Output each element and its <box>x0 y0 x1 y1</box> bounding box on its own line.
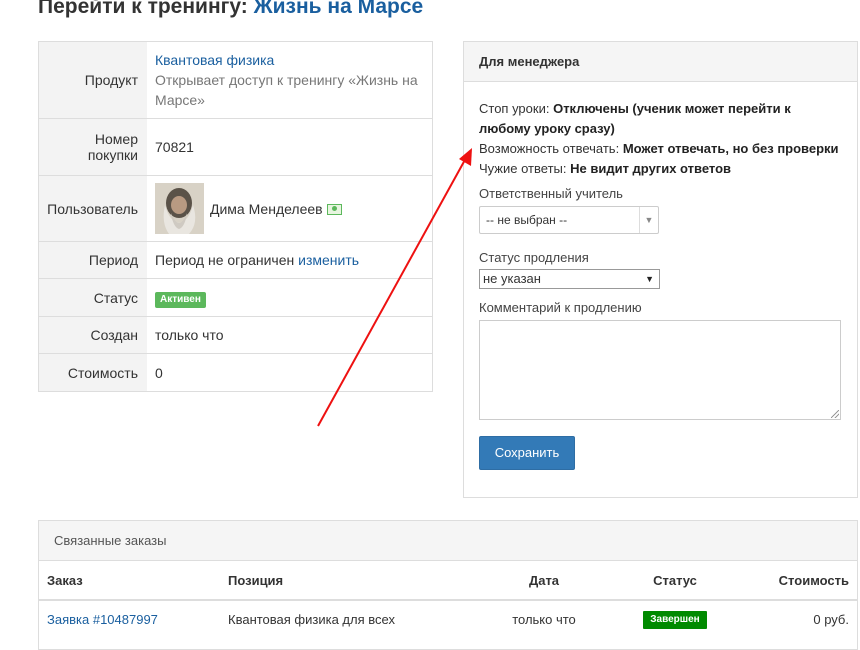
orders-header-row: Заказ Позиция Дата Статус Стоимость <box>39 561 857 601</box>
page-title: Перейти к тренингу: Жизнь на Марсе <box>38 0 423 19</box>
col-date: Дата <box>476 561 612 601</box>
related-orders-panel: Связанные заказы Заказ Позиция Дата Стат… <box>38 520 858 650</box>
product-label: Продукт <box>38 41 147 119</box>
created-value: только что <box>147 316 433 354</box>
related-orders-heading: Связанные заказы <box>39 521 857 561</box>
renewal-status-select[interactable]: не указан ▼ <box>479 269 660 289</box>
user-name-link[interactable]: Дима Менделеев <box>210 199 323 219</box>
reply-ability-line: Возможность отвечать: Может отвечать, но… <box>479 141 839 156</box>
period-label: Период <box>38 241 147 279</box>
row-user: Пользователь Дима Менделеев <box>38 175 433 242</box>
cost-value: 0 <box>147 353 433 392</box>
col-position: Позиция <box>220 561 476 601</box>
order-position: Квантовая физика для всех <box>228 612 395 627</box>
manager-panel-heading: Для менеджера <box>464 42 857 82</box>
row-cost: Стоимость 0 <box>38 353 433 392</box>
status-badge: Активен <box>155 292 206 308</box>
training-title-link[interactable]: Жизнь на Марсе <box>254 0 424 18</box>
product-description: Открывает доступ к тренингу «Жизнь на Ма… <box>155 72 418 108</box>
row-created: Создан только что <box>38 316 433 354</box>
dropdown-arrow-icon: ▼ <box>645 274 654 284</box>
purchase-number-value: 70821 <box>147 118 433 176</box>
col-order: Заказ <box>39 561 220 601</box>
row-period: Период Период не ограничен изменить <box>38 241 433 279</box>
period-change-link[interactable]: изменить <box>298 252 359 268</box>
status-label: Статус <box>38 278 147 317</box>
teacher-select-value: -- не выбран -- <box>486 213 568 227</box>
renewal-comment-textarea[interactable] <box>479 320 841 420</box>
purchase-info-table: Продукт Квантовая физика Открывает досту… <box>38 41 433 392</box>
period-value: Период не ограничен <box>155 252 295 268</box>
renewal-status-value: не указан <box>483 271 541 286</box>
reply-ability-value: Может отвечать, но без проверки <box>622 141 839 156</box>
order-link[interactable]: Заявка #10487997 <box>47 612 158 627</box>
col-status: Статус <box>612 561 738 601</box>
avatar[interactable] <box>155 183 204 234</box>
orders-table: Заказ Позиция Дата Статус Стоимость Заяв… <box>39 561 857 638</box>
chevron-down-icon: ▼ <box>639 207 658 233</box>
renewal-status-label: Статус продления <box>479 250 589 265</box>
row-purchase-number: Номер покупки 70821 <box>38 118 433 176</box>
teacher-select[interactable]: -- не выбран -- ▼ <box>479 206 659 234</box>
stop-lessons-line: Стоп уроки: Отключены (ученик может пере… <box>479 101 791 136</box>
created-label: Создан <box>38 316 147 354</box>
purchase-number-label: Номер покупки <box>38 118 147 176</box>
order-cost: 0 руб. <box>813 612 849 627</box>
teacher-label: Ответственный учитель <box>479 186 623 201</box>
renewal-comment-label: Комментарий к продлению <box>479 300 642 315</box>
table-row: Заявка #10487997 Квантовая физика для вс… <box>39 600 857 638</box>
order-status-badge: Завершен <box>643 611 707 629</box>
foreign-answers-line: Чужие ответы: Не видит других ответов <box>479 161 732 176</box>
col-cost: Стоимость <box>738 561 857 601</box>
foreign-answers-value: Не видит других ответов <box>570 161 732 176</box>
page-title-prefix: Перейти к тренингу: <box>38 0 248 18</box>
product-link[interactable]: Квантовая физика <box>155 52 274 68</box>
resize-grip-icon[interactable] <box>831 410 839 418</box>
user-label: Пользователь <box>38 175 147 242</box>
save-button[interactable]: Сохранить <box>479 436 575 470</box>
money-icon[interactable] <box>326 204 342 215</box>
manager-panel: Для менеджера Стоп уроки: Отключены (уче… <box>463 41 858 498</box>
row-product: Продукт Квантовая физика Открывает досту… <box>38 41 433 119</box>
cost-label: Стоимость <box>38 353 147 392</box>
order-date: только что <box>512 612 576 627</box>
row-status: Статус Активен <box>38 278 433 317</box>
